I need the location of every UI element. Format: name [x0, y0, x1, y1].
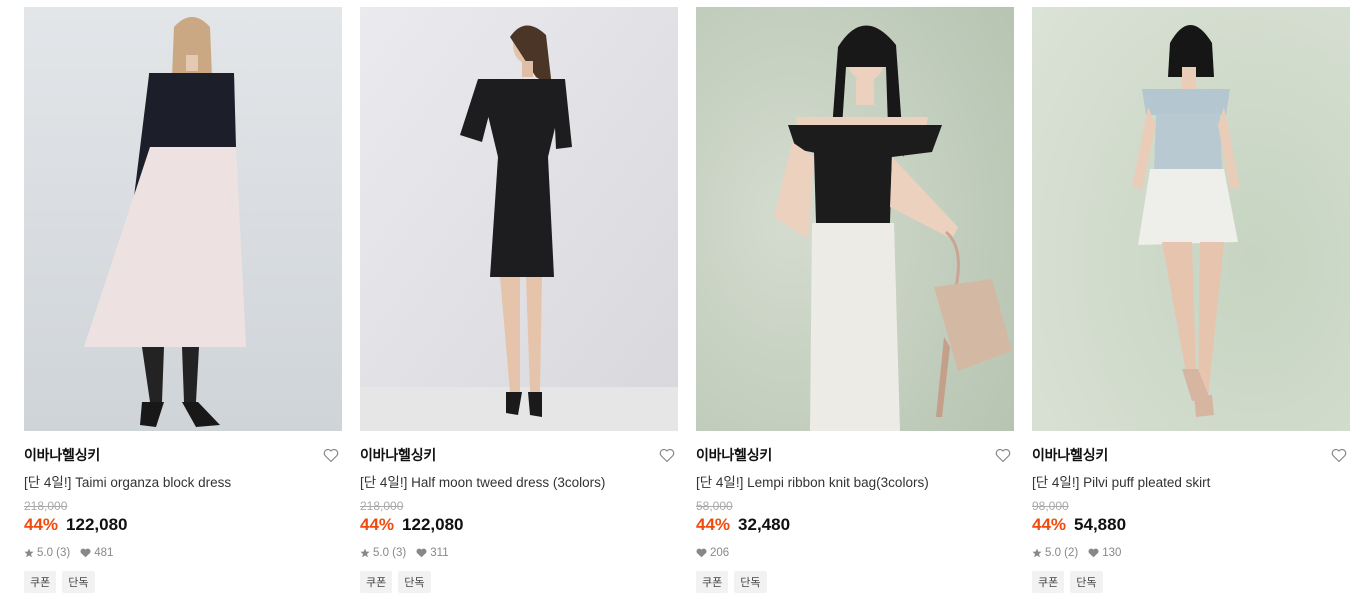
product-name[interactable]: [단 4일!] Half moon tweed dress (3colors): [360, 471, 678, 491]
sale-price: 54,880: [1074, 515, 1127, 534]
heart-filled-icon: [80, 548, 91, 558]
product-name[interactable]: [단 4일!] Lempi ribbon knit bag(3colors): [696, 471, 1014, 491]
product-name[interactable]: [단 4일!] Pilvi puff pleated skirt: [1032, 471, 1350, 491]
star-icon: [1032, 548, 1042, 558]
likes-value: 481: [94, 547, 114, 559]
likes-value: 206: [710, 547, 730, 559]
tag-exclusive: 단독: [62, 571, 95, 593]
product-card[interactable]: 이바나헬싱키 [단 4일!] Pilvi puff pleated skirt …: [1032, 7, 1350, 593]
tag-exclusive: 단독: [1070, 571, 1103, 593]
rating-value: 5.0 (3): [37, 547, 71, 559]
star-icon: [24, 548, 34, 558]
product-name[interactable]: [단 4일!] Taimi organza block dress: [24, 471, 342, 491]
brand-name[interactable]: 이바나헬싱키: [360, 445, 436, 465]
wishlist-heart-icon[interactable]: [1330, 446, 1348, 464]
rating: 5.0 (2): [1032, 547, 1078, 559]
like-count: 311: [416, 547, 449, 559]
product-image[interactable]: [696, 7, 1014, 431]
rating: 5.0 (3): [360, 547, 406, 559]
product-grid: 이바나헬싱키 [단 4일!] Taimi organza block dress…: [24, 7, 1350, 593]
brand-name[interactable]: 이바나헬싱키: [1032, 445, 1108, 465]
discount-rate: 44%: [1032, 515, 1067, 534]
original-price: 218,000: [24, 499, 68, 513]
rating-value: 5.0 (3): [373, 547, 407, 559]
tag-coupon: 쿠폰: [1032, 571, 1065, 593]
sale-price: 122,080: [402, 515, 464, 534]
likes-value: 311: [430, 547, 449, 559]
discount-rate: 44%: [360, 515, 395, 534]
product-image[interactable]: [24, 7, 342, 431]
product-card[interactable]: 이바나헬싱키 [단 4일!] Lempi ribbon knit bag(3co…: [696, 7, 1014, 593]
brand-name[interactable]: 이바나헬싱키: [24, 445, 100, 465]
tag-coupon: 쿠폰: [360, 571, 393, 593]
product-card[interactable]: 이바나헬싱키 [단 4일!] Taimi organza block dress…: [24, 7, 342, 593]
tag-coupon: 쿠폰: [696, 571, 729, 593]
wishlist-heart-icon[interactable]: [994, 446, 1012, 464]
heart-filled-icon: [1088, 548, 1099, 558]
rating-value: 5.0 (2): [1045, 547, 1079, 559]
like-count: 481: [80, 547, 113, 559]
wishlist-heart-icon[interactable]: [658, 446, 676, 464]
discount-rate: 44%: [696, 515, 731, 534]
rating: 5.0 (3): [24, 547, 70, 559]
heart-filled-icon: [696, 548, 707, 558]
like-count: 130: [1088, 547, 1121, 559]
heart-filled-icon: [416, 548, 427, 558]
original-price: 58,000: [696, 499, 733, 513]
wishlist-heart-icon[interactable]: [322, 446, 340, 464]
like-count: 206: [696, 547, 729, 559]
tag-coupon: 쿠폰: [24, 571, 57, 593]
product-image[interactable]: [1032, 7, 1350, 431]
likes-value: 130: [1102, 547, 1122, 559]
product-card[interactable]: 이바나헬싱키 [단 4일!] Half moon tweed dress (3c…: [360, 7, 678, 593]
tag-exclusive: 단독: [398, 571, 431, 593]
original-price: 98,000: [1032, 499, 1069, 513]
sale-price: 32,480: [738, 515, 791, 534]
original-price: 218,000: [360, 499, 404, 513]
discount-rate: 44%: [24, 515, 59, 534]
star-icon: [360, 548, 370, 558]
brand-name[interactable]: 이바나헬싱키: [696, 445, 772, 465]
product-image[interactable]: [360, 7, 678, 431]
sale-price: 122,080: [66, 515, 128, 534]
tag-exclusive: 단독: [734, 571, 767, 593]
